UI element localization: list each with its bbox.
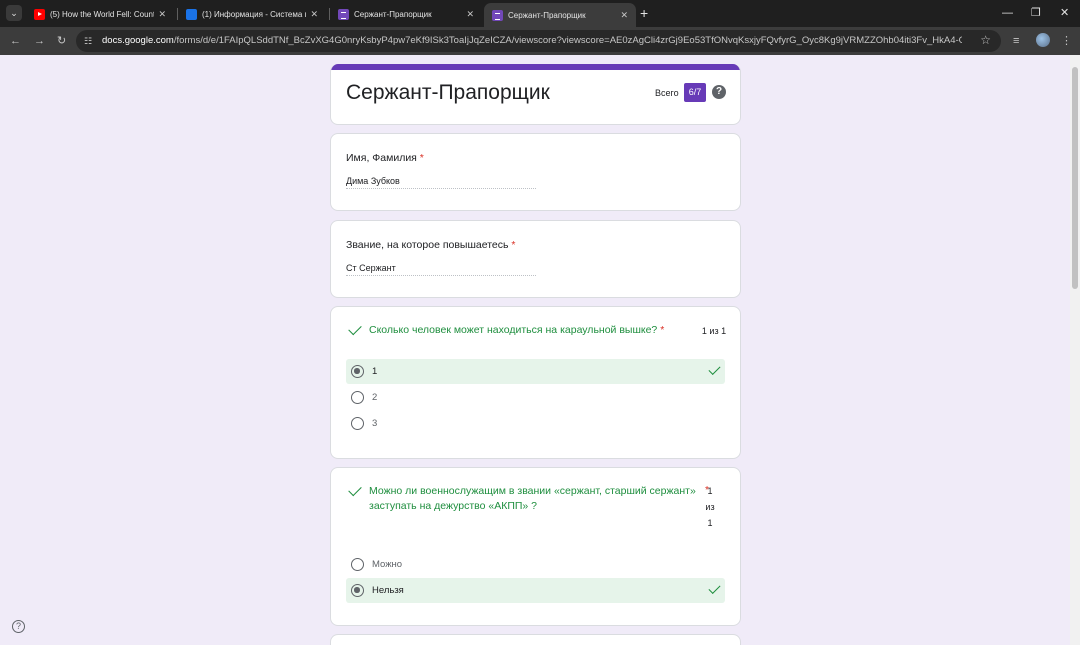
back-arrow-icon[interactable]: ←: [10, 33, 21, 49]
required-asterisk: *: [419, 152, 424, 164]
option-label: Нельзя: [372, 585, 404, 596]
question-card-akpp: Можно ли военнослужащим в звании «сержан…: [330, 467, 741, 626]
answer-underline: [346, 188, 536, 189]
tab-forms-active[interactable]: Сержант-Прапорщик ✕: [484, 3, 636, 27]
question-title: Сколько человек может находиться на кара…: [369, 324, 665, 336]
bookmark-star-icon[interactable]: ☆: [980, 33, 991, 47]
question-label: Имя, Фамилия *: [346, 152, 424, 164]
tab-label: Сержант-Прапорщик: [508, 10, 586, 20]
site-icon: [186, 8, 197, 20]
tab-close-icon[interactable]: ✕: [466, 9, 474, 20]
question-card-tower: Сколько человек может находиться на кара…: [330, 306, 741, 459]
radio-button: [351, 365, 364, 378]
option-label: 1: [372, 366, 378, 377]
profile-avatar[interactable]: [1036, 33, 1050, 47]
address-bar[interactable]: ☷ docs.google.com/forms/d/e/1FAIpQLSddTN…: [76, 30, 1001, 52]
option-3: 3: [346, 411, 725, 436]
option-label: 3: [372, 418, 378, 429]
option-nelzya: Нельзя: [346, 578, 725, 603]
new-tab-icon[interactable]: +: [640, 5, 648, 21]
browser-toolbar: ← → ↻ ☷ docs.google.com/forms/d/e/1FAIpQ…: [0, 27, 1080, 55]
answer-text: Дима Зубков: [346, 176, 400, 186]
question-card-name: Имя, Фамилия * Дима Зубков: [330, 133, 741, 211]
close-window-icon[interactable]: ✕: [1060, 5, 1069, 21]
tab-close-icon[interactable]: ✕: [158, 9, 166, 20]
option-mozhno: Можно: [346, 552, 725, 577]
tab-search-chevron-icon[interactable]: ⌄: [6, 5, 22, 21]
question-card-rank: Звание, на которое повышаетесь * Ст Серж…: [330, 220, 741, 298]
correct-check-icon: [708, 581, 721, 595]
option-2: 2: [346, 385, 725, 410]
restore-icon[interactable]: ❐: [1031, 5, 1041, 21]
tab-label: (5) How the World Fell: Country: [50, 9, 155, 19]
url-text[interactable]: docs.google.com/forms/d/e/1FAIpQLSddTNf_…: [102, 35, 962, 46]
form-header-card: Сержант-Прапорщик Всего 6/7 ?: [330, 64, 741, 125]
required-asterisk: *: [660, 324, 665, 336]
option-label: Можно: [372, 559, 403, 570]
form-accent-bar: [331, 64, 740, 70]
question-card-next: [330, 634, 741, 645]
required-asterisk: *: [511, 239, 516, 251]
radio-button: [351, 558, 364, 571]
radio-button: [351, 391, 364, 404]
youtube-icon: [34, 8, 45, 20]
minimize-icon[interactable]: —: [1002, 5, 1013, 21]
page-scrollbar[interactable]: [1070, 55, 1080, 645]
media-controls-icon[interactable]: ≡: [1013, 33, 1019, 49]
site-settings-icon[interactable]: ☷: [84, 35, 96, 47]
total-score-badge: 6/7: [684, 83, 706, 102]
google-forms-icon: [338, 8, 349, 20]
browser-tab-strip: ⌄ (5) How the World Fell: Country ✕ (1) …: [0, 0, 1080, 27]
tab-youtube[interactable]: (5) How the World Fell: Country ✕: [26, 3, 174, 25]
answer-text: Ст Сержант: [346, 263, 396, 273]
help-icon[interactable]: ?: [712, 85, 726, 99]
tab-label: (1) Информация - Система по: [202, 9, 307, 19]
forward-arrow-icon[interactable]: →: [34, 33, 45, 49]
tab-forms-1[interactable]: Сержант-Прапорщик ✕: [330, 3, 482, 25]
question-title: Можно ли военнослужащим в звании «сержан…: [369, 485, 696, 512]
question-label: Звание, на которое повышаетесь *: [346, 239, 516, 251]
question-score: 1 из 1: [705, 486, 715, 528]
total-score-label: Всего: [655, 88, 679, 98]
tab-close-icon[interactable]: ✕: [310, 9, 318, 20]
scrollbar-thumb[interactable]: [1072, 67, 1078, 289]
tab-information-system[interactable]: (1) Информация - Система по ✕: [178, 3, 326, 25]
correct-check-icon: [348, 321, 362, 336]
radio-button: [351, 584, 364, 597]
correct-check-icon: [348, 482, 362, 497]
page-help-icon[interactable]: ?: [12, 620, 25, 633]
tab-close-icon[interactable]: ✕: [620, 10, 628, 21]
form-title: Сержант-Прапорщик: [346, 81, 550, 104]
option-label: 2: [372, 392, 378, 403]
question-score: 1 из 1: [701, 326, 727, 336]
browser-menu-icon[interactable]: ⋮: [1061, 33, 1072, 49]
option-1: 1: [346, 359, 725, 384]
reload-icon[interactable]: ↻: [57, 33, 66, 49]
answer-underline: [346, 275, 536, 276]
google-forms-icon: [492, 9, 503, 21]
tab-label: Сержант-Прапорщик: [354, 9, 432, 19]
correct-check-icon: [708, 362, 721, 376]
radio-button: [351, 417, 364, 430]
